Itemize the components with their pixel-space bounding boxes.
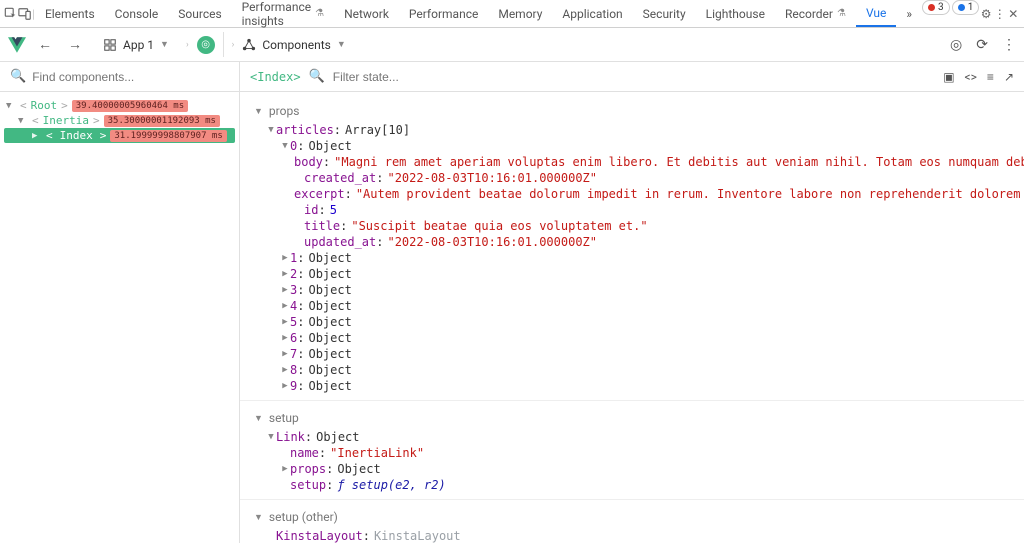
prop-articles-2[interactable]: ▶2: Object <box>240 266 1024 282</box>
component-detail: ▼props ▼articles: Array[10] ▼0: Object b… <box>240 92 1024 543</box>
perf-badge: 31.19999998807907 ms <box>110 130 226 142</box>
prop-title[interactable]: title: "Suscipit beatae quia eos volupta… <box>240 218 1024 234</box>
tab-vue[interactable]: Vue <box>856 0 896 27</box>
setup-link[interactable]: ▼Link: Object <box>240 429 1024 445</box>
prop-created-at[interactable]: created_at: "2022-08-03T10:16:01.000000Z… <box>240 170 1024 186</box>
tab-elements[interactable]: Elements <box>35 0 105 27</box>
components-dropdown-label: Components <box>262 38 331 52</box>
chevron-down-icon: ▼ <box>337 39 346 50</box>
devtools-tabstrip: | ElementsConsoleSourcesPerformance insi… <box>0 0 1024 28</box>
caret-down-icon[interactable]: ▼ <box>6 101 16 111</box>
inspector-breadcrumb: <Index> <box>250 70 301 84</box>
perf-badge: 35.30000001192093 ms <box>104 115 220 127</box>
open-external-icon[interactable]: ↗ <box>1004 70 1014 84</box>
setup-other-kinstalayout[interactable]: KinstaLayout: KinstaLayout <box>240 528 1024 543</box>
tab-recorder[interactable]: Recorder⚗ <box>775 0 856 27</box>
tree-node-inertia[interactable]: ▼ <Inertia> 35.30000001192093 ms <box>4 113 235 128</box>
filter-row: 🔍 <Index> 🔍 ▣ <> ≡ ↗ <box>0 62 1024 92</box>
error-badge[interactable]: 3 <box>922 0 950 15</box>
caret-down-icon[interactable]: ▼ <box>18 116 28 126</box>
chevron-right-icon: › <box>232 40 235 50</box>
vue-logo-icon <box>8 36 26 54</box>
tab-application[interactable]: Application <box>552 0 632 27</box>
tab-sources[interactable]: Sources <box>168 0 231 27</box>
tab-console[interactable]: Console <box>105 0 169 27</box>
kebab-menu-icon[interactable]: ⋮ <box>993 0 1007 27</box>
caret-right-icon[interactable]: ▶ <box>32 131 42 141</box>
app-selector[interactable]: App 1 ▼ <box>94 34 178 56</box>
flask-icon: ⚗ <box>315 8 324 19</box>
chevron-down-icon: ▼ <box>160 39 169 50</box>
chevron-right-icon: › <box>186 40 189 50</box>
prop-articles-6[interactable]: ▶6: Object <box>240 330 1024 346</box>
prop-articles-5[interactable]: ▶5: Object <box>240 314 1024 330</box>
kebab-menu-icon[interactable]: ⋮ <box>1002 37 1016 53</box>
inspector-compass-icon[interactable]: ◎ <box>197 36 215 54</box>
perf-badge: 39.40000005960464 ms <box>72 100 188 112</box>
app-selector-label: App 1 <box>123 38 154 52</box>
prop-body[interactable]: body: "Magni rem amet aperiam voluptas e… <box>240 154 1024 170</box>
tree-node-root[interactable]: ▼ <Root> 39.40000005960464 ms <box>4 98 235 113</box>
show-code-icon[interactable]: <> <box>965 70 977 84</box>
close-icon[interactable]: ✕ <box>1006 0 1020 27</box>
prop-articles-3[interactable]: ▶3: Object <box>240 282 1024 298</box>
menu-icon[interactable]: ≡ <box>987 70 994 84</box>
setup-link-props[interactable]: ▶props: Object <box>240 461 1024 477</box>
prop-articles-7[interactable]: ▶7: Object <box>240 346 1024 362</box>
prop-id[interactable]: id: 5 <box>240 202 1024 218</box>
target-icon[interactable]: ◎ <box>950 37 962 53</box>
prop-excerpt[interactable]: excerpt: "Autem provident beatae dolorum… <box>240 186 1024 202</box>
settings-gear-icon[interactable]: ⚙ <box>979 0 993 27</box>
prop-articles-8[interactable]: ▶8: Object <box>240 362 1024 378</box>
prop-updated-at[interactable]: updated_at: "2022-08-03T10:16:01.000000Z… <box>240 234 1024 250</box>
setup-link-setup[interactable]: setup: ƒ setup(e2, r2) <box>240 477 1024 493</box>
component-tree: ▼ <Root> 39.40000005960464 ms ▼ <Inertia… <box>0 92 240 543</box>
flask-icon: ⚗ <box>837 8 846 19</box>
filter-state-input[interactable] <box>333 70 935 84</box>
components-dropdown[interactable]: Components ▼ <box>242 38 345 52</box>
tab-network[interactable]: Network <box>334 0 399 27</box>
tab-performance-insights[interactable]: Performance insights⚗ <box>232 0 334 27</box>
tab-performance[interactable]: Performance <box>399 0 488 27</box>
message-badge[interactable]: 1 <box>952 0 980 15</box>
prop-articles-9[interactable]: ▶9: Object <box>240 378 1024 394</box>
prop-articles[interactable]: ▼articles: Array[10] <box>240 122 1024 138</box>
search-icon: 🔍 <box>10 69 26 84</box>
find-components-input[interactable] <box>32 70 229 84</box>
more-tabs[interactable]: » <box>896 0 922 27</box>
prop-articles-1[interactable]: ▶1: Object <box>240 250 1024 266</box>
nav-back-icon[interactable]: ← <box>34 34 56 55</box>
setup-link-name[interactable]: name: "InertiaLink" <box>240 445 1024 461</box>
section-setup[interactable]: ▼setup <box>240 407 1024 429</box>
refresh-icon[interactable]: ⟳ <box>976 37 988 53</box>
scroll-into-view-icon[interactable]: ▣ <box>943 70 954 84</box>
tab-memory[interactable]: Memory <box>488 0 552 27</box>
vue-toolbar: ← → App 1 ▼ › ◎ › Components ▼ ◎ ⟳ ⋮ <box>0 28 1024 62</box>
nav-forward-icon[interactable]: → <box>64 34 86 55</box>
prop-articles-0[interactable]: ▼0: Object <box>240 138 1024 154</box>
tab-lighthouse[interactable]: Lighthouse <box>696 0 775 27</box>
search-icon: 🔍 <box>309 69 325 84</box>
tree-node-index[interactable]: ▶ <Index> 31.19999998807907 ms <box>4 128 235 143</box>
tab-security[interactable]: Security <box>633 0 696 27</box>
inspect-element-icon[interactable] <box>4 0 18 27</box>
section-props[interactable]: ▼props <box>240 100 1024 122</box>
device-toggle-icon[interactable] <box>18 0 32 27</box>
section-setup-other[interactable]: ▼setup (other) <box>240 506 1024 528</box>
prop-articles-4[interactable]: ▶4: Object <box>240 298 1024 314</box>
